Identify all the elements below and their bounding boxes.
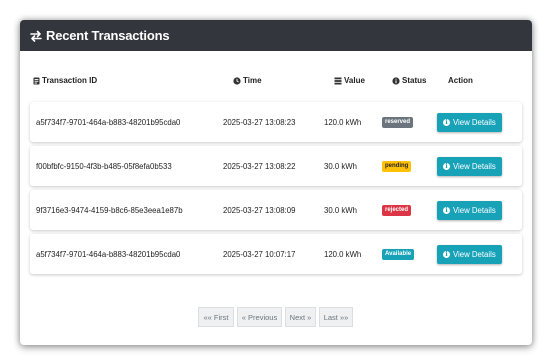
status-cell: pending	[382, 146, 412, 186]
card-header: Recent Transactions	[20, 20, 532, 51]
pagination: «« First « Previous Next » Last »»	[198, 307, 356, 327]
table-header: Transaction ID Time Value Status Action	[30, 76, 522, 92]
transaction-value: 30.0 kWh	[324, 205, 357, 215]
next-page-button[interactable]: Next »	[285, 307, 316, 327]
col-time: Time	[233, 76, 262, 85]
action-cell: i View Details	[437, 102, 502, 142]
previous-page-button[interactable]: « Previous	[237, 307, 282, 327]
status-badge: rejected	[382, 204, 412, 216]
col-value: Value	[334, 76, 365, 85]
col-transaction-id: Transaction ID	[33, 76, 97, 85]
table-row: 9f3716e3-9474-4159-b8c6-85e3eea1e87b 202…	[30, 190, 522, 230]
info-circle-icon	[392, 76, 400, 85]
transaction-value: 30.0 kWh	[324, 161, 357, 171]
transactions-card: Recent Transactions Transaction ID Time	[20, 20, 532, 345]
action-cell: i View Details	[437, 146, 502, 186]
col-status: Status	[392, 76, 426, 85]
transaction-time: 2025-03-27 10:07:17	[223, 249, 296, 259]
view-details-button[interactable]: i View Details	[437, 244, 502, 264]
transaction-id: a5f734f7-9701-464a-b883-48201b95cda0	[36, 249, 181, 259]
last-page-button[interactable]: Last »»	[319, 307, 353, 327]
clock-icon	[233, 76, 241, 85]
info-icon: i	[443, 118, 450, 126]
action-cell: i View Details	[437, 190, 502, 230]
status-cell: Available	[382, 234, 415, 274]
view-details-button[interactable]: i View Details	[437, 112, 502, 132]
transaction-time: 2025-03-27 13:08:22	[223, 161, 296, 171]
card-title: Recent Transactions	[46, 28, 170, 43]
id-card-icon	[33, 77, 40, 84]
status-cell: reserved	[382, 102, 414, 142]
status-badge: pending	[382, 160, 412, 172]
status-badge: Available	[382, 248, 415, 260]
action-cell: i View Details	[437, 234, 502, 274]
status-cell: rejected	[382, 190, 412, 230]
view-details-button[interactable]: i View Details	[437, 200, 502, 220]
col-action: Action	[448, 76, 473, 85]
table-row: a5f734f7-9701-464a-b883-48201b95cda0 202…	[30, 234, 522, 274]
info-icon: i	[443, 206, 450, 214]
info-icon: i	[443, 250, 450, 258]
stack-icon	[334, 77, 342, 84]
table-row: f00bfbfc-9150-4f3b-b485-05f8efa0b533 202…	[30, 146, 522, 186]
info-icon: i	[443, 162, 450, 170]
view-details-button[interactable]: i View Details	[437, 156, 502, 176]
transaction-time: 2025-03-27 13:08:09	[223, 205, 296, 215]
transaction-value: 120.0 kWh	[324, 249, 362, 259]
first-page-button[interactable]: «« First	[198, 307, 234, 327]
transaction-id: a5f734f7-9701-464a-b883-48201b95cda0	[36, 117, 181, 127]
transaction-id: 9f3716e3-9474-4159-b8c6-85e3eea1e87b	[36, 205, 183, 215]
transaction-value: 120.0 kWh	[324, 117, 362, 127]
transaction-time: 2025-03-27 13:08:23	[223, 117, 296, 127]
status-badge: reserved	[382, 116, 414, 128]
table-row: a5f734f7-9701-464a-b883-48201b95cda0 202…	[30, 102, 522, 142]
transaction-id: f00bfbfc-9150-4f3b-b485-05f8efa0b533	[36, 161, 172, 171]
exchange-icon	[30, 30, 42, 42]
